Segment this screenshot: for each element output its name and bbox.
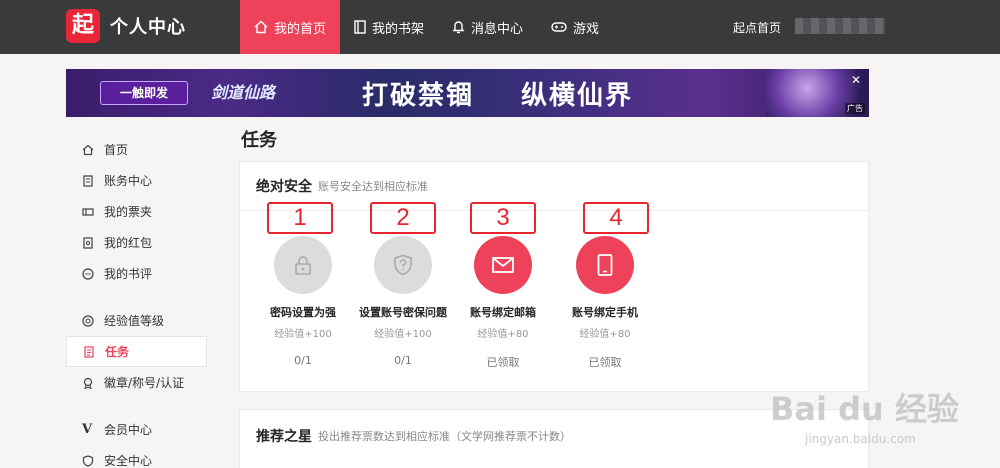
sidebar: 首页 账务中心 我的票夹 我的红包 我的书评 经验值等级 任务 徽章/称号/认证… [66, 134, 207, 468]
sidebar-divider [66, 398, 207, 414]
sidebar-item-label: 我的书评 [104, 267, 153, 281]
task-icon-circle[interactable] [374, 236, 432, 294]
qidian-home-link[interactable]: 起点首页 [733, 19, 781, 36]
task-exp: 经验值+100 [274, 329, 332, 340]
banner-game-name: 剑道仙路 [211, 83, 276, 102]
nav-label: 我的首页 [274, 21, 327, 37]
sidebar-item-reviews[interactable]: 我的书评 [66, 258, 207, 289]
nav-my-bookshelf[interactable]: 我的书架 [340, 0, 438, 54]
nav-label: 消息中心 [471, 21, 524, 37]
task-icon-circle[interactable] [274, 236, 332, 294]
sidebar-item-vip[interactable]: V 会员中心 [66, 414, 207, 445]
task-status: 0/1 [294, 354, 312, 367]
redpacket-icon [83, 236, 93, 249]
task-exp: 经验值+80 [477, 329, 529, 340]
page-title: 任务 [241, 130, 277, 151]
close-icon[interactable]: ✕ [851, 73, 861, 87]
annotation-marker: 4 [583, 202, 649, 234]
task-item-strong-password[interactable]: 密码设置为强 经验值+100 0/1 [248, 236, 358, 367]
task-icon-circle[interactable] [576, 236, 634, 294]
sidebar-item-label: 账务中心 [104, 174, 153, 188]
task-item-bind-phone[interactable]: 账号绑定手机 经验值+80 已领取 [550, 236, 660, 370]
sidebar-item-exp-level[interactable]: 经验值等级 [66, 305, 207, 336]
banner-badge: 一触即发 [100, 81, 188, 105]
main-nav: 我的首页 我的书架 消息中心 游戏 [240, 0, 613, 54]
sidebar-item-label: 安全中心 [104, 454, 153, 468]
task-status: 已领取 [486, 356, 520, 369]
comment-icon [82, 267, 94, 280]
task-status: 0/1 [394, 354, 412, 367]
badge-icon [83, 377, 93, 389]
level-icon [82, 314, 94, 327]
sidebar-item-label: 会员中心 [104, 423, 153, 437]
task-icon-circle[interactable] [474, 236, 532, 294]
bill-icon [83, 174, 93, 187]
book-icon [354, 20, 366, 34]
task-name: 密码设置为强 [270, 306, 336, 319]
section-title: 绝对安全 [256, 179, 312, 195]
task-exp: 经验值+100 [374, 329, 432, 340]
sidebar-item-tickets[interactable]: 我的票夹 [66, 196, 207, 227]
home-icon [82, 144, 94, 155]
home-icon [254, 20, 268, 34]
task-item-bind-email[interactable]: 账号绑定邮箱 经验值+80 已领取 [448, 236, 558, 370]
bell-icon [452, 21, 465, 34]
ad-banner[interactable]: 一触即发 剑道仙路 打破禁锢 纵横仙界 ✕ 广告 [66, 69, 869, 117]
annotation-marker: 1 [267, 202, 333, 234]
sidebar-item-red-packets[interactable]: 我的红包 [66, 227, 207, 258]
sidebar-item-badges[interactable]: 徽章/称号/认证 [66, 367, 207, 398]
ticket-icon [82, 207, 94, 216]
qidian-logo[interactable]: 起 [66, 9, 100, 43]
phone-icon [597, 254, 613, 276]
gamepad-icon [551, 22, 567, 32]
sidebar-item-label: 经验值等级 [104, 314, 165, 328]
task-status: 已领取 [588, 356, 622, 369]
task-name: 设置账号密保问题 [359, 306, 447, 319]
sidebar-item-label: 我的票夹 [104, 205, 153, 219]
sidebar-item-billing[interactable]: 账务中心 [66, 165, 207, 196]
mail-icon [492, 257, 514, 273]
task-exp: 经验值+80 [579, 329, 631, 340]
top-navigation-bar: 起 个人中心 我的首页 我的书架 消息中心 游戏 起点首页 [0, 0, 1000, 54]
vip-icon: V [82, 422, 93, 437]
shield-icon [82, 454, 94, 467]
nav-label: 游戏 [573, 21, 600, 37]
sidebar-item-label: 任务 [105, 345, 130, 359]
task-icon [84, 345, 94, 358]
sidebar-item-label: 徽章/称号/认证 [104, 376, 185, 390]
section-subtitle: 投出推荐票数达到相应标准（文学网推荐票不计数） [318, 430, 571, 443]
watermark-url: jingyan.baidu.com [805, 432, 916, 446]
task-name: 账号绑定手机 [572, 306, 638, 319]
card-header: 绝对安全 账号安全达到相应标准 [240, 162, 868, 211]
banner-slogan-2: 纵横仙界 [521, 81, 634, 111]
sidebar-item-home[interactable]: 首页 [66, 134, 207, 165]
sidebar-item-label: 我的红包 [104, 236, 153, 250]
annotation-marker: 3 [470, 202, 536, 234]
banner-slogan-1: 打破禁锢 [362, 81, 475, 111]
ad-label: 广告 [845, 103, 865, 114]
nav-message-center[interactable]: 消息中心 [438, 0, 537, 54]
task-card-security: 绝对安全 账号安全达到相应标准 1 2 3 4 密码设置为强 经验值+100 0… [239, 161, 869, 392]
section-title: 推荐之星 [256, 429, 312, 445]
baidu-jingyan-watermark: Bai du 经验 [770, 390, 959, 428]
sidebar-item-security[interactable]: 安全中心 [66, 445, 207, 468]
nav-games[interactable]: 游戏 [537, 0, 613, 54]
sidebar-item-tasks[interactable]: 任务 [66, 336, 207, 367]
task-item-security-question[interactable]: 设置账号密保问题 经验值+100 0/1 [348, 236, 458, 367]
shield-question-icon [394, 254, 412, 276]
lock-icon [295, 256, 311, 275]
site-title: 个人中心 [110, 17, 186, 38]
task-name: 账号绑定邮箱 [470, 306, 536, 319]
section-subtitle: 账号安全达到相应标准 [318, 180, 428, 193]
annotation-marker: 2 [370, 202, 436, 234]
sidebar-divider [66, 289, 207, 305]
nav-label: 我的书架 [372, 21, 425, 37]
nav-my-home[interactable]: 我的首页 [240, 0, 341, 54]
sidebar-item-label: 首页 [104, 143, 129, 157]
username-blurred[interactable] [795, 18, 885, 34]
